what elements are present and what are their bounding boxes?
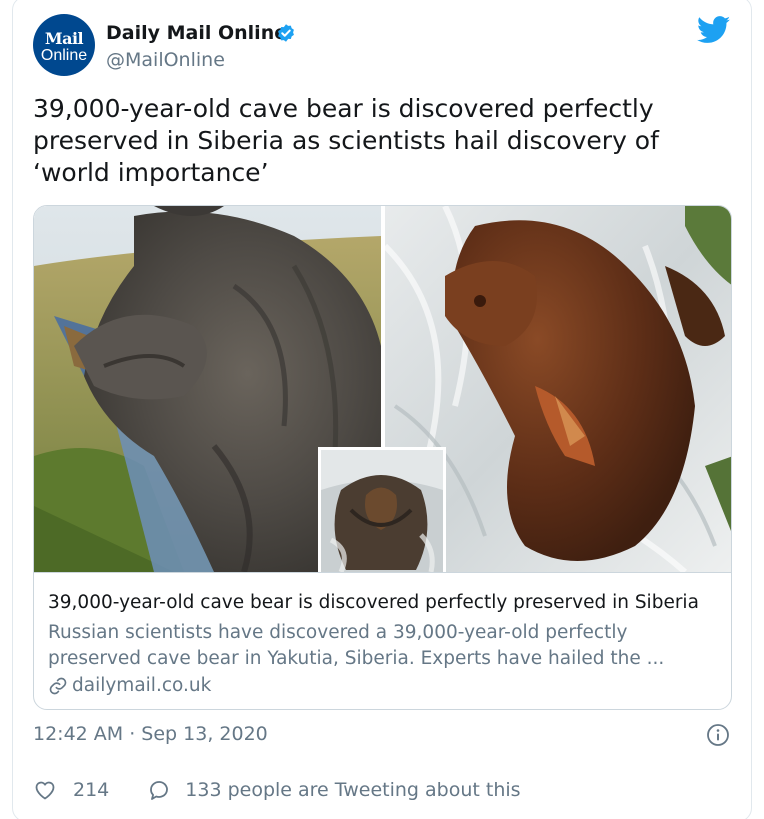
- info-icon[interactable]: [706, 723, 730, 747]
- account-name[interactable]: Daily Mail Online: [106, 21, 287, 45]
- link-preview-card[interactable]: 39,000-year-old cave bear is discovered …: [33, 205, 732, 710]
- twitter-bird-icon[interactable]: [697, 16, 731, 44]
- like-count[interactable]: 214: [73, 779, 109, 801]
- card-body[interactable]: 39,000-year-old cave bear is discovered …: [34, 572, 731, 709]
- card-description: Russian scientists have discovered a 39,…: [48, 622, 665, 669]
- account-handle[interactable]: @MailOnline: [106, 48, 225, 72]
- heart-icon[interactable]: [33, 778, 57, 802]
- avatar-logo-line1: Mail: [44, 29, 84, 48]
- tweet-actions: 214 133 people are Tweeting about this: [33, 775, 521, 805]
- cave-bear-photo-inset: [318, 447, 446, 572]
- verified-icon: [278, 24, 294, 42]
- speech-bubble-icon[interactable]: [147, 778, 171, 802]
- tweet-text: 39,000-year-old cave bear is discovered …: [33, 94, 659, 187]
- card-media: [34, 206, 731, 572]
- tweet-timestamp[interactable]: 12:42 AM · Sep 13, 2020: [33, 722, 268, 746]
- card-title[interactable]: 39,000-year-old cave bear is discovered …: [48, 591, 699, 615]
- avatar-logo-line2: Online: [40, 47, 88, 64]
- conversation-link[interactable]: 133 people are Tweeting about this: [185, 779, 520, 801]
- card-domain[interactable]: dailymail.co.uk: [48, 674, 211, 698]
- link-icon: [49, 677, 67, 695]
- card-domain-text: dailymail.co.uk: [72, 675, 212, 696]
- avatar[interactable]: Mail Online: [33, 14, 95, 76]
